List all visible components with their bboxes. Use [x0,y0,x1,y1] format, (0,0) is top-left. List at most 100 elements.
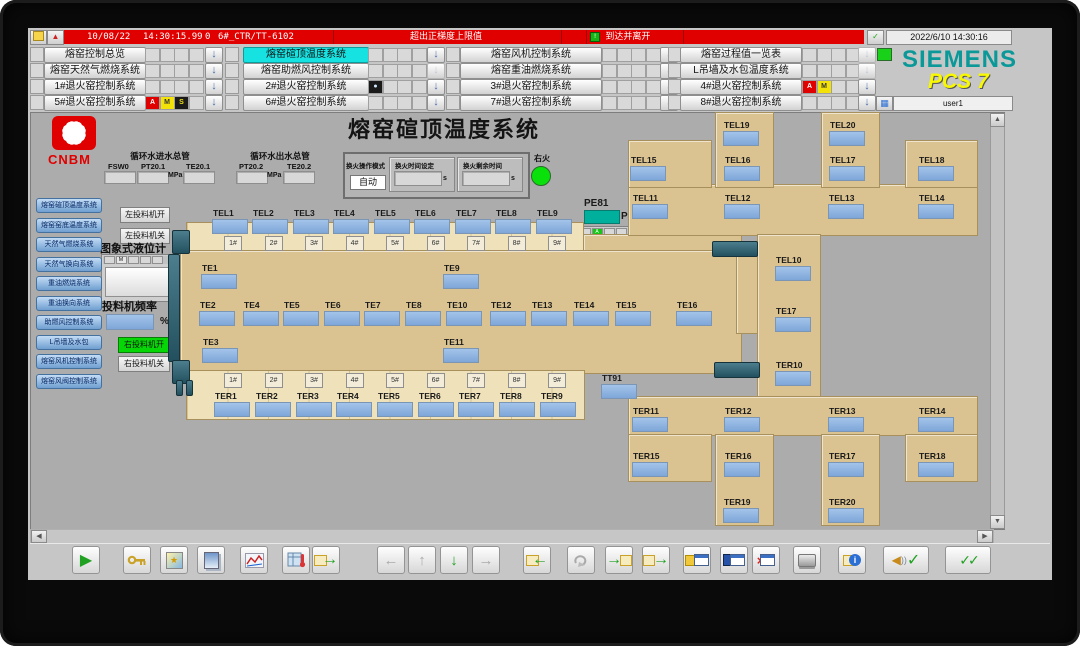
v-scroll-down-icon[interactable]: ▼ [990,515,1005,529]
sensor-value-TER2[interactable] [255,402,291,417]
nav-button-r3c4[interactable]: 4#退火窑控制系统 [680,79,802,95]
sensor-value-TEL9[interactable] [536,219,572,234]
sidebar-item-5[interactable]: 重油燃烧系统 [36,276,102,291]
sensor-value-TE17[interactable] [775,317,811,332]
nav-jump-arrow-icon[interactable]: ↓ [427,79,445,95]
v-scroll-up-icon[interactable]: ▲ [990,113,1005,127]
user-icon[interactable]: ▦ [876,96,893,111]
sensor-value-TEL18[interactable] [918,166,954,181]
sensor-value-TER3[interactable] [296,402,332,417]
sensor-value-TE6[interactable] [324,311,360,326]
sidebar-item-6[interactable]: 重油换向系统 [36,295,102,311]
delete-picture-button[interactable]: × [752,546,780,574]
sensor-value-TER13[interactable] [828,417,864,432]
v-scrollbar[interactable] [990,113,1005,529]
sensor-value-TE5[interactable] [283,311,319,326]
alarm-ack-button[interactable]: ✓ [867,30,884,45]
te20-2-value[interactable] [283,171,315,184]
nav-down-button[interactable]: ↓ [440,546,468,574]
monitor-button[interactable] [793,546,821,574]
sensor-value-TT91[interactable] [601,384,637,399]
nav-button-r4c1[interactable]: 5#退火窑控制系统 [44,95,146,111]
sensor-value-TER4[interactable] [336,402,372,417]
sensor-value-TE16[interactable] [676,311,712,326]
restore-screen-button[interactable]: ← [523,546,551,574]
sensor-value-TE14[interactable] [573,311,609,326]
nav-button-r2c4[interactable]: L吊墙及水包温度系统 [680,63,802,79]
screen-out-button[interactable]: → [642,546,670,574]
open-picture-button[interactable] [683,546,711,574]
new-note-button[interactable]: ★ [160,546,188,574]
nav-jump-arrow-icon[interactable]: ↓ [858,95,876,111]
sidebar-item-8[interactable]: L吊墙及水包 [36,334,102,350]
fsw0-value[interactable] [104,171,136,184]
sensor-value-TE7[interactable] [364,311,400,326]
sensor-value-TEL20[interactable] [829,131,865,146]
sidebar-item-7[interactable]: 助燃风控制系统 [36,315,102,330]
sensor-value-TEL12[interactable] [724,204,760,219]
nav-button-r1c2[interactable]: 熔窑碹顶温度系统 [243,47,369,63]
nav-button-r2c1[interactable]: 熔窑天然气燃烧系统 [44,63,146,79]
level-gauge-faceplate[interactable]: M [101,254,175,302]
nav-jump-arrow-icon[interactable]: ↓ [427,95,445,111]
sensor-value-TEL1[interactable] [212,219,248,234]
screen-in-button[interactable]: → [605,546,633,574]
sidebar-item-9[interactable]: 熔窑风机控制系统 [36,354,102,369]
sensor-value-TER9[interactable] [540,402,576,417]
nav-button-r4c3[interactable]: 7#退火窑控制系统 [460,95,602,111]
left-feeder-open-button[interactable]: 左投料机开 [120,207,170,223]
h-scrollbar[interactable] [30,529,994,544]
h-scroll-left-icon[interactable]: ◀ [31,530,47,543]
pt20-1-value[interactable] [137,171,169,184]
sensor-value-TE10[interactable] [446,311,482,326]
sensor-value-TER1[interactable] [214,402,250,417]
sensor-value-TE13[interactable] [531,311,567,326]
password-button[interactable] [123,546,151,574]
redo-button[interactable] [567,546,595,574]
temperature-table-button[interactable] [282,546,310,574]
sensor-value-TER17[interactable] [828,462,864,477]
sensor-value-TE8[interactable] [405,311,441,326]
fire-set-value[interactable] [394,171,442,186]
right-feeder-close-button[interactable]: 右投料机关 [118,356,170,372]
nav-forward-button[interactable]: → [472,546,500,574]
sensor-value-TEL4[interactable] [333,219,369,234]
sensor-value-TEL15[interactable] [630,166,666,181]
sensor-value-TER14[interactable] [918,417,954,432]
sensor-value-TE15[interactable] [615,311,651,326]
nav-button-r3c3[interactable]: 3#退火窑控制系统 [460,79,602,95]
feeder-frequency-value[interactable] [106,314,154,330]
sensor-value-TER7[interactable] [458,402,494,417]
sensor-value-TEL2[interactable] [252,219,288,234]
nav-jump-arrow-icon[interactable]: ↓ [427,47,445,63]
sensor-value-TE9[interactable] [443,274,479,289]
sensor-value-TER20[interactable] [828,508,864,523]
sensor-value-TER16[interactable] [724,462,760,477]
sensor-value-TEL14[interactable] [918,204,954,219]
sensor-value-TER5[interactable] [377,402,413,417]
sensor-value-TER6[interactable] [418,402,454,417]
fire-remain-value[interactable] [462,171,510,186]
sensor-value-TE4[interactable] [243,311,279,326]
sensor-value-TEL17[interactable] [829,166,865,181]
nav-button-r1c3[interactable]: 熔窑风机控制系统 [460,47,602,63]
sensor-value-TEL19[interactable] [723,131,759,146]
nav-jump-arrow-icon[interactable]: ↓ [858,79,876,95]
nav-button-r1c4[interactable]: 熔窑过程值一览表 [680,47,802,63]
pe81-value[interactable] [584,210,620,224]
sidebar-item-1[interactable]: 熔窑碹顶温度系统 [36,198,102,213]
report-button[interactable] [197,546,225,574]
sensor-value-TEL3[interactable] [293,219,329,234]
nav-jump-arrow-icon[interactable]: ↓ [205,79,223,95]
sensor-value-TEL8[interactable] [495,219,531,234]
sensor-value-TER15[interactable] [632,462,668,477]
nav-jump-arrow-icon[interactable]: ↓ [205,95,223,111]
sensor-value-TE11[interactable] [443,348,479,363]
sensor-value-TER8[interactable] [499,402,535,417]
alarm-warning-icon[interactable]: ▲ [47,30,64,45]
nav-up-button[interactable]: ↑ [408,546,436,574]
sensor-value-TER12[interactable] [724,417,760,432]
nav-jump-arrow-icon[interactable]: ↓ [205,47,223,63]
nav-button-r4c2[interactable]: 6#退火窑控制系统 [243,95,369,111]
sidebar-item-3[interactable]: 天然气燃烧系统 [36,237,102,252]
